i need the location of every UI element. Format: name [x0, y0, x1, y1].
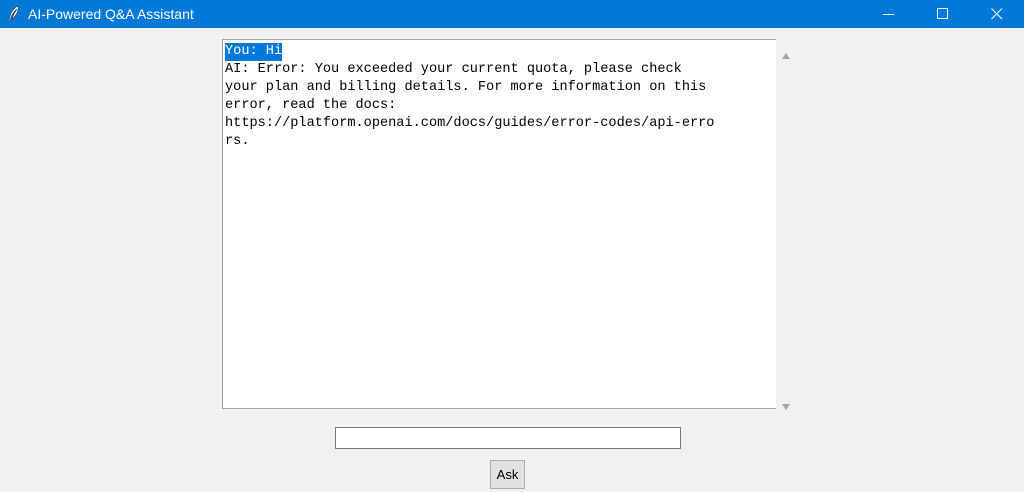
minimize-button[interactable] — [866, 0, 912, 28]
chat-line: rs. — [225, 134, 250, 149]
chat-line: error, read the docs: — [225, 98, 397, 113]
feather-icon — [6, 5, 22, 23]
maximize-button[interactable] — [920, 0, 966, 28]
scroll-up-icon[interactable] — [781, 45, 791, 64]
window-title: AI-Powered Q&A Assistant — [28, 6, 194, 22]
scroll-down-icon[interactable] — [781, 396, 791, 415]
ask-button[interactable]: Ask — [490, 460, 525, 489]
chat-scrollbar[interactable] — [776, 39, 796, 410]
chat-line: your plan and billing details. For more … — [225, 80, 707, 95]
chat-line-user: You: Hi — [225, 43, 283, 61]
chat-line: AI: Error: You exceeded your current quo… — [225, 62, 682, 77]
close-button[interactable] — [974, 0, 1020, 28]
title-bar: AI-Powered Q&A Assistant — [0, 0, 1024, 28]
chat-line: https://platform.openai.com/docs/guides/… — [225, 116, 715, 131]
chat-log[interactable]: You: Hi AI: Error: You exceeded your cur… — [222, 39, 776, 409]
question-input[interactable] — [335, 427, 681, 449]
